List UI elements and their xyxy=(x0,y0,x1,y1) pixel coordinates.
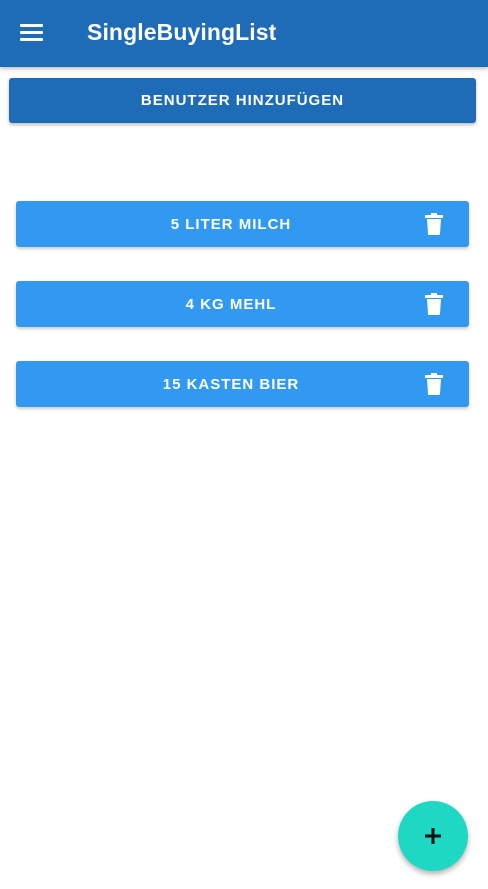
list-item[interactable]: 15 KASTEN BIER xyxy=(16,361,469,407)
app-title: SingleBuyingList xyxy=(87,19,277,45)
list-item-label: 5 LITER MILCH xyxy=(170,215,292,233)
trash-icon[interactable] xyxy=(425,293,443,315)
plus-icon xyxy=(425,828,441,844)
menu-icon[interactable] xyxy=(20,24,44,42)
app-screen: SingleBuyingList BENUTZER HINZUFÜGEN 5 L… xyxy=(0,0,488,889)
list-item-label: 4 KG MEHL xyxy=(185,295,277,313)
list-item[interactable]: 5 LITER MILCH xyxy=(16,201,469,247)
add-user-button[interactable]: BENUTZER HINZUFÜGEN xyxy=(9,78,476,123)
trash-icon[interactable] xyxy=(425,373,443,395)
app-bar: SingleBuyingList xyxy=(0,0,488,67)
trash-icon[interactable] xyxy=(425,213,443,235)
add-item-fab[interactable] xyxy=(398,801,468,871)
list-item-label: 15 KASTEN BIER xyxy=(162,375,300,393)
list-item[interactable]: 4 KG MEHL xyxy=(16,281,469,327)
